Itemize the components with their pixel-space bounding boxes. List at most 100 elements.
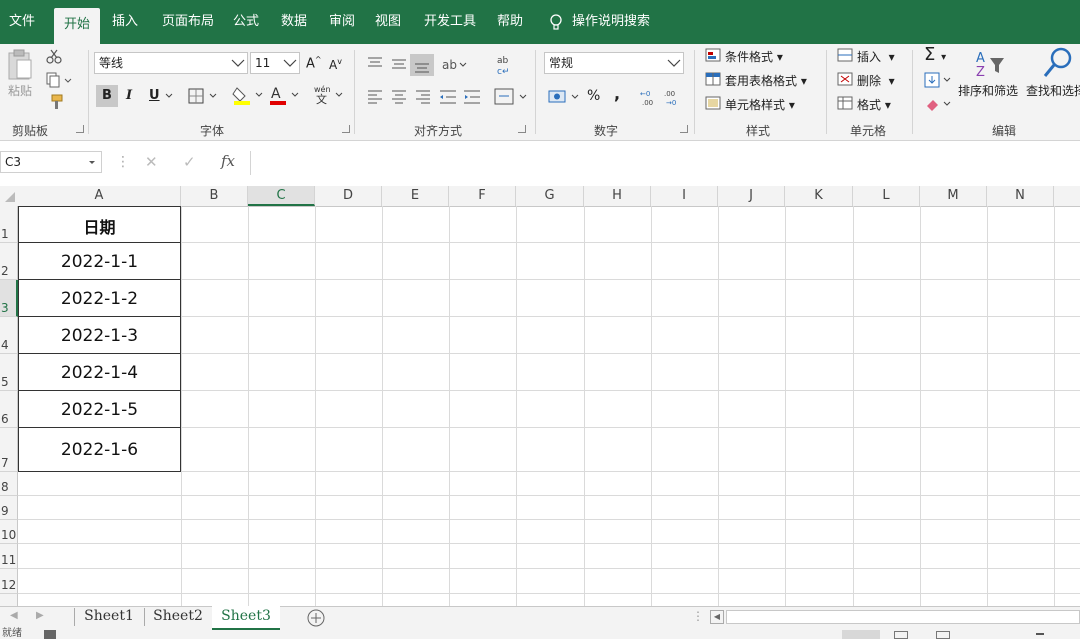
tab-file[interactable]: 文件 bbox=[0, 0, 44, 44]
row-header-11[interactable]: 11 bbox=[0, 544, 18, 569]
cell-A2[interactable]: 2022-1-1 bbox=[18, 252, 181, 272]
find-select-label[interactable]: 查找和选择 bbox=[1026, 82, 1080, 99]
column-header-B[interactable]: B bbox=[181, 186, 248, 206]
format-painter-icon[interactable] bbox=[46, 94, 64, 110]
tab-split-handle[interactable]: ⋮ bbox=[692, 609, 704, 623]
alignment-dialog-launcher[interactable] bbox=[518, 125, 526, 133]
scroll-left-icon[interactable]: ◀ bbox=[710, 610, 724, 624]
font-size-combo[interactable]: 11 bbox=[250, 52, 300, 74]
row-header-8[interactable]: 8 bbox=[0, 472, 18, 496]
cell-styles-button[interactable]: 单元格样式 ▾ bbox=[725, 96, 795, 113]
row-header-3[interactable]: 3 bbox=[0, 280, 18, 317]
cell-A1[interactable]: 日期 bbox=[18, 214, 181, 238]
page-layout-view-icon[interactable] bbox=[894, 631, 908, 639]
font-dialog-launcher[interactable] bbox=[342, 125, 350, 133]
column-header-G[interactable]: G bbox=[516, 186, 584, 206]
number-format-combo[interactable]: 常规 bbox=[544, 52, 684, 74]
tab-page-layout[interactable]: 页面布局 bbox=[152, 0, 224, 44]
delete-cells-button[interactable]: 删除 ▾ bbox=[857, 72, 895, 89]
table-format-button[interactable]: 套用表格格式 ▾ bbox=[725, 72, 807, 89]
cut-icon[interactable] bbox=[46, 48, 62, 64]
phonetic-guide-icon[interactable]: wén 文 bbox=[312, 84, 346, 106]
conditional-format-button[interactable]: 条件格式 ▾ bbox=[725, 48, 783, 65]
font-color-icon[interactable]: A bbox=[268, 84, 302, 106]
name-box[interactable]: C3 bbox=[0, 151, 102, 173]
sheet-tab-sheet2[interactable]: Sheet2 bbox=[146, 606, 210, 628]
decimal-adjust-icons[interactable]: ←0.00 .00→0 bbox=[640, 88, 684, 108]
insert-cells-button[interactable]: 插入 ▾ bbox=[857, 48, 895, 65]
column-header-N[interactable]: N bbox=[987, 186, 1054, 206]
row-header-4[interactable]: 4 bbox=[0, 317, 18, 354]
cell-A3[interactable]: 2022-1-2 bbox=[18, 289, 181, 309]
sort-filter-icon[interactable]: AZ bbox=[974, 48, 1008, 80]
column-header-K[interactable]: K bbox=[785, 186, 853, 206]
row-header-2[interactable]: 2 bbox=[0, 243, 18, 280]
row-header-9[interactable]: 9 bbox=[0, 496, 18, 520]
tab-insert[interactable]: 插入 bbox=[104, 0, 146, 44]
column-header-H[interactable]: H bbox=[584, 186, 651, 206]
clipboard-dialog-launcher[interactable] bbox=[76, 125, 84, 133]
copy-icon[interactable] bbox=[46, 72, 72, 88]
tell-me-search[interactable]: 操作说明搜索 bbox=[572, 0, 662, 44]
page-break-view-icon[interactable] bbox=[936, 631, 950, 639]
cancel-entry-icon[interactable]: ✕ bbox=[145, 153, 158, 171]
column-header-E[interactable]: E bbox=[382, 186, 449, 206]
insert-function-icon[interactable]: fx bbox=[221, 152, 235, 170]
cell-A5[interactable]: 2022-1-4 bbox=[18, 363, 181, 383]
column-header-J[interactable]: J bbox=[718, 186, 785, 206]
select-all-icon[interactable] bbox=[4, 191, 16, 203]
formula-input[interactable] bbox=[250, 151, 1080, 175]
row-header-10[interactable]: 10 bbox=[0, 520, 18, 544]
row-header-1[interactable]: 1 bbox=[0, 206, 18, 243]
chevron-down-icon[interactable] bbox=[165, 92, 175, 100]
increase-font-size-icon[interactable]: A^ bbox=[306, 55, 322, 71]
find-select-icon[interactable] bbox=[1042, 46, 1074, 80]
row-header-13[interactable] bbox=[0, 594, 18, 606]
comma-style-button[interactable]: , bbox=[614, 84, 620, 103]
tab-view[interactable]: 视图 bbox=[368, 0, 408, 44]
column-header-F[interactable]: F bbox=[449, 186, 516, 206]
clear-icon[interactable] bbox=[924, 96, 952, 112]
paste-icon[interactable] bbox=[6, 48, 34, 82]
add-sheet-icon[interactable] bbox=[307, 609, 325, 627]
tab-help[interactable]: 帮助 bbox=[490, 0, 530, 44]
merge-center-icon[interactable] bbox=[494, 88, 530, 106]
tab-developer[interactable]: 开发工具 bbox=[416, 0, 484, 44]
row-header-5[interactable]: 5 bbox=[0, 354, 18, 391]
normal-view-icon[interactable] bbox=[842, 630, 880, 639]
column-header-L[interactable]: L bbox=[853, 186, 920, 206]
sort-filter-label[interactable]: 排序和筛选 bbox=[958, 82, 1018, 99]
number-dialog-launcher[interactable] bbox=[680, 125, 688, 133]
horizontal-scrollbar[interactable] bbox=[726, 610, 1080, 624]
column-header-I[interactable]: I bbox=[651, 186, 718, 206]
macro-record-icon[interactable] bbox=[44, 630, 56, 639]
cell-A7[interactable]: 2022-1-6 bbox=[18, 440, 181, 460]
scroll-sheets-right-icon[interactable]: ▶ bbox=[36, 610, 44, 621]
autosum-icon[interactable]: Σ ▾ bbox=[924, 44, 946, 65]
accounting-format-icon[interactable] bbox=[548, 88, 580, 106]
percent-style-button[interactable]: % bbox=[587, 88, 600, 104]
sheet-tab-sheet3[interactable]: Sheet3 bbox=[212, 606, 280, 630]
decrease-font-size-icon[interactable]: Av bbox=[329, 57, 342, 72]
row-header-12[interactable]: 12 bbox=[0, 569, 18, 594]
zoom-out-icon[interactable] bbox=[1036, 633, 1044, 635]
fill-color-icon[interactable] bbox=[232, 84, 266, 106]
column-header-M[interactable]: M bbox=[920, 186, 987, 206]
format-cells-button[interactable]: 格式 ▾ bbox=[857, 96, 891, 113]
cell-A4[interactable]: 2022-1-3 bbox=[18, 326, 181, 346]
fill-icon[interactable] bbox=[924, 72, 952, 88]
tab-data[interactable]: 数据 bbox=[274, 0, 314, 44]
column-header-C[interactable]: C bbox=[248, 186, 315, 206]
row-header-6[interactable]: 6 bbox=[0, 391, 18, 428]
tab-review[interactable]: 审阅 bbox=[322, 0, 362, 44]
horizontal-align-icons[interactable] bbox=[366, 88, 486, 106]
italic-button[interactable]: I bbox=[126, 88, 132, 103]
border-icon[interactable] bbox=[188, 88, 220, 104]
vertical-align-icons[interactable]: ab bbox=[366, 54, 476, 76]
row-header-7[interactable]: 7 bbox=[0, 428, 18, 472]
tab-home[interactable]: 开始 bbox=[54, 8, 100, 44]
column-header-A[interactable]: A bbox=[18, 186, 181, 206]
confirm-entry-icon[interactable]: ✓ bbox=[183, 153, 196, 171]
bold-button[interactable]: B bbox=[96, 85, 118, 107]
paste-label[interactable]: 粘贴 bbox=[8, 82, 32, 99]
